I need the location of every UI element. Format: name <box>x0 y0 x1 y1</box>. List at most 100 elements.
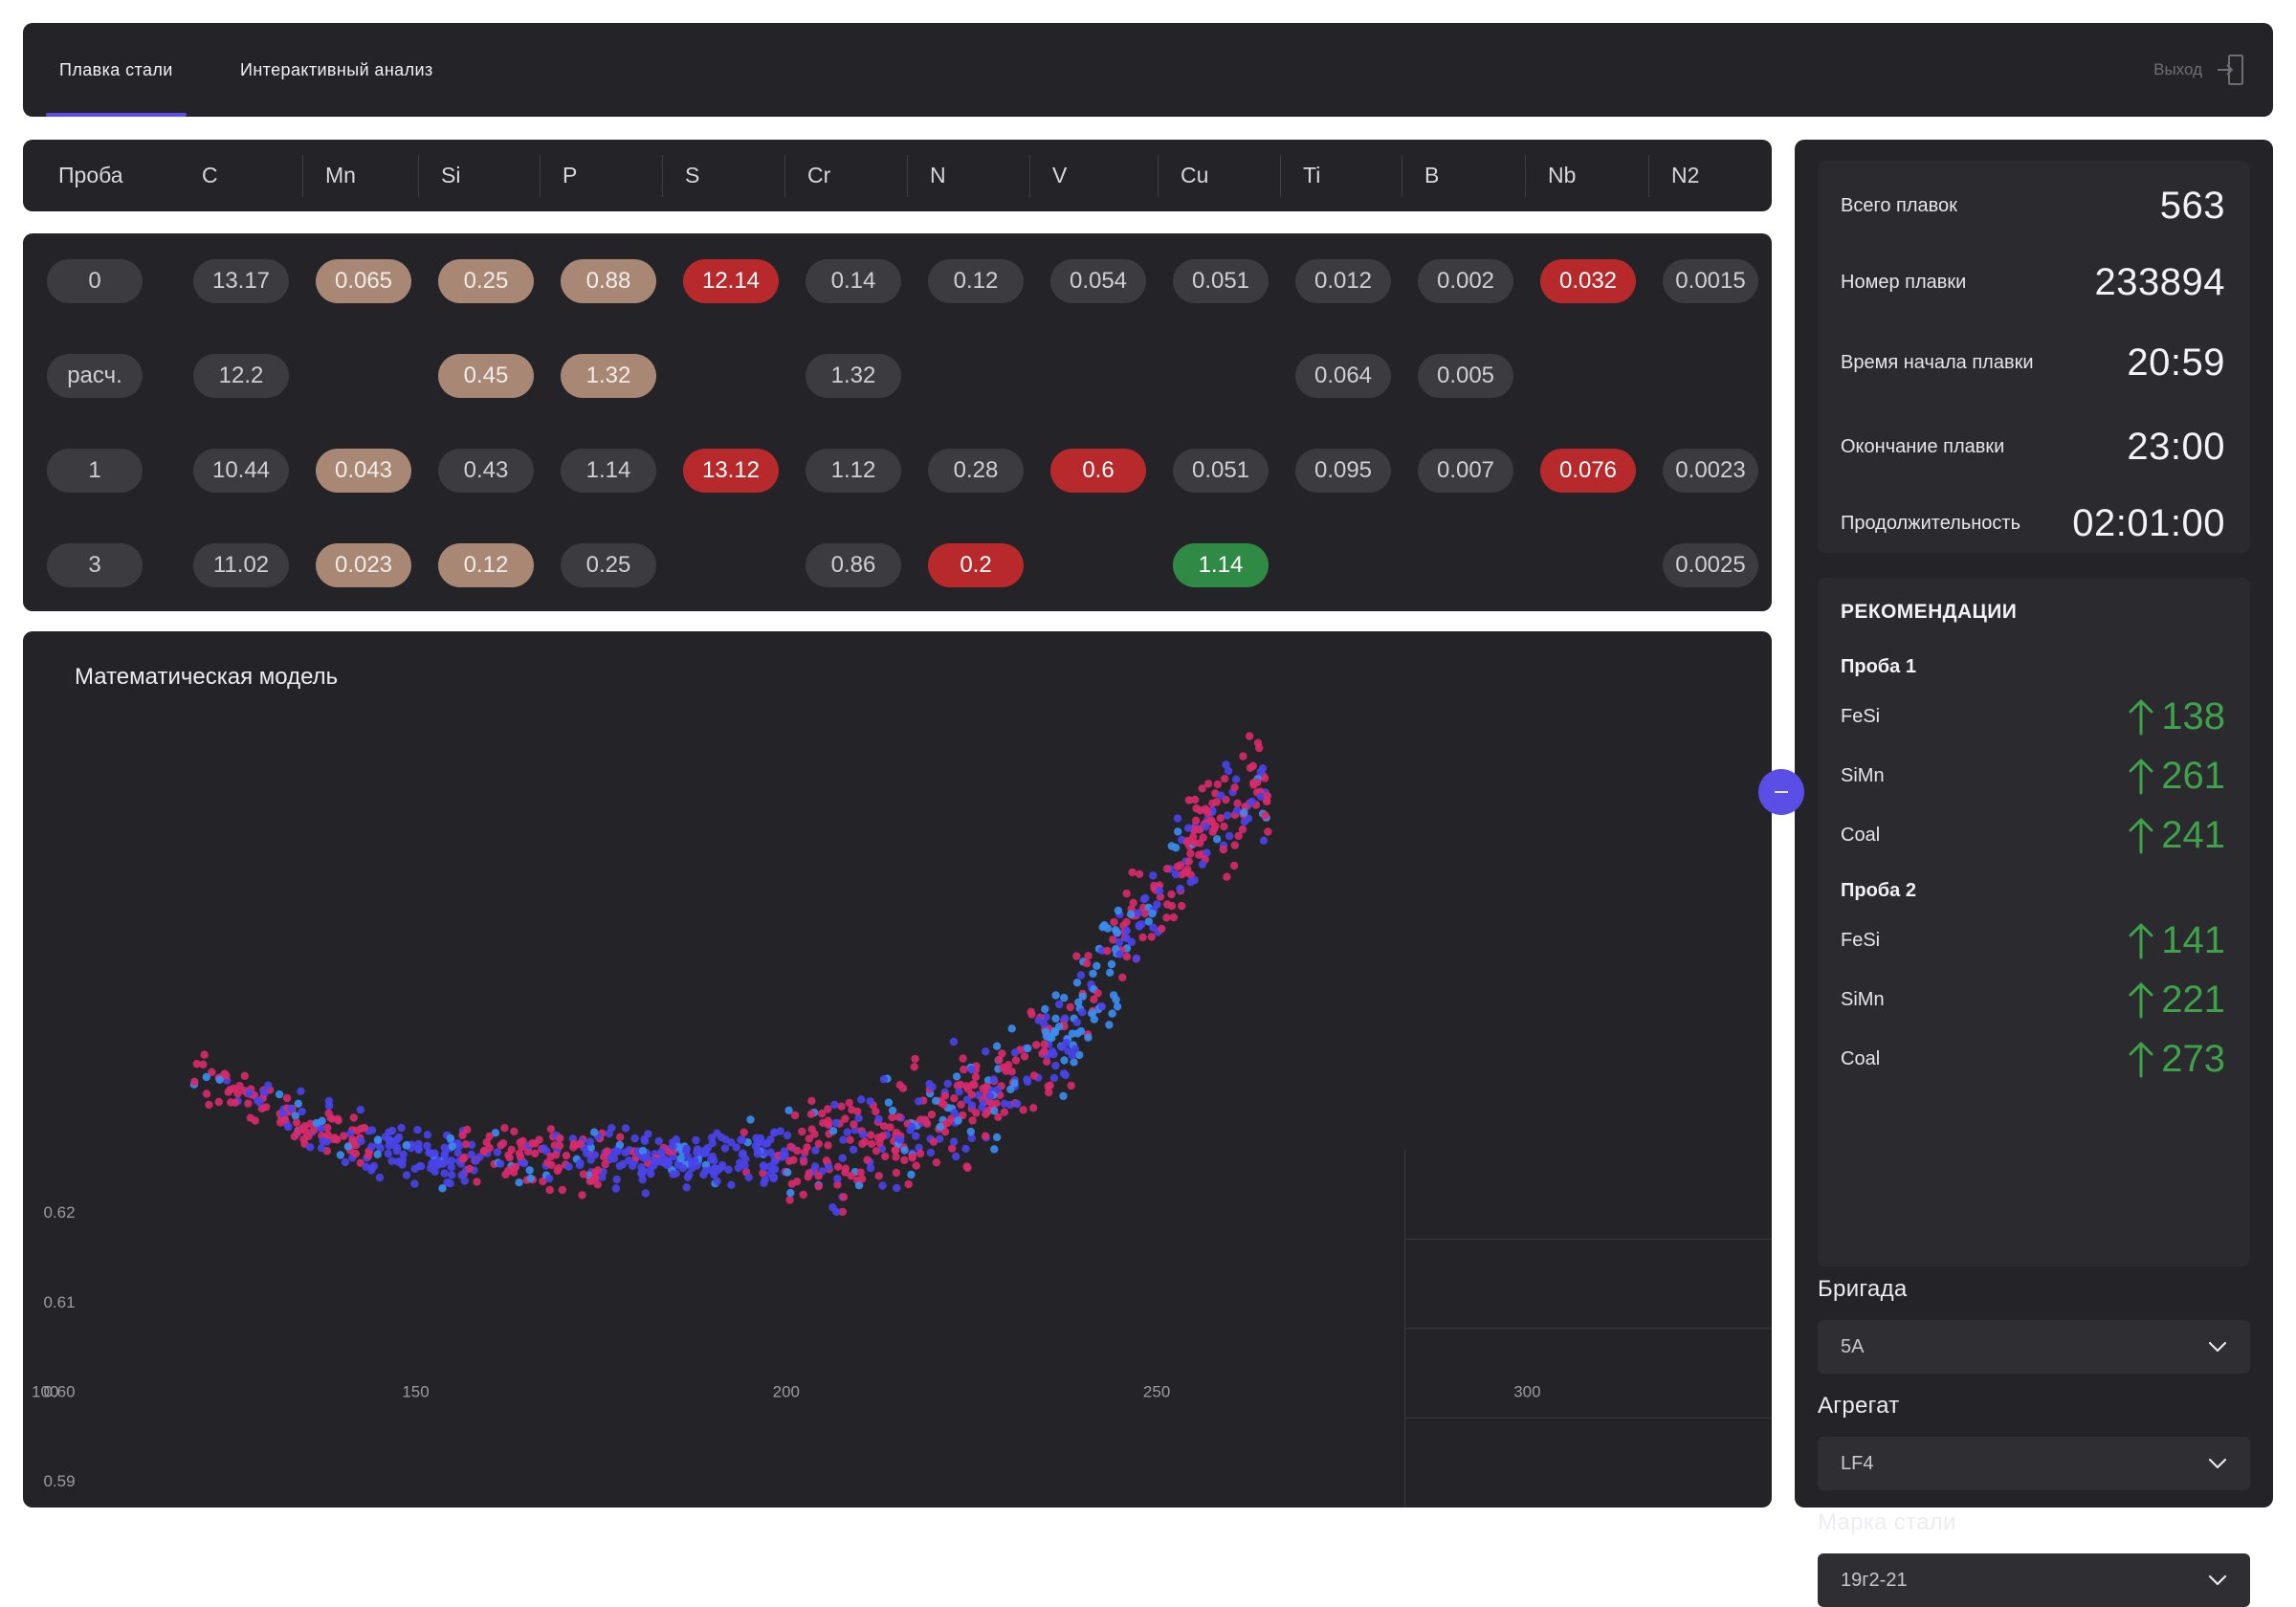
data-point <box>1071 1045 1080 1053</box>
data-point <box>786 1188 795 1198</box>
collapse-sidebar-button[interactable] <box>1758 769 1804 815</box>
stat-row: Окончание плавки 23:00 <box>1841 415 2225 478</box>
data-point <box>1072 1018 1082 1026</box>
data-point <box>215 1075 224 1084</box>
data-point <box>727 1180 736 1189</box>
data-point <box>641 1189 651 1198</box>
column-divider <box>1158 155 1159 197</box>
data-point <box>1041 1027 1050 1037</box>
column-header-c: C <box>202 163 218 187</box>
data-point <box>884 1098 894 1107</box>
data-point <box>471 1156 480 1165</box>
data-point <box>1029 1071 1039 1080</box>
data-point <box>967 1101 977 1110</box>
value-cell-n: 0.2 <box>928 543 1024 587</box>
data-point <box>717 1133 726 1142</box>
data-point <box>255 1098 264 1107</box>
value-cell-n: 0.12 <box>928 259 1024 303</box>
data-point <box>1190 875 1199 885</box>
data-point <box>531 1139 540 1148</box>
data-point <box>579 1170 588 1178</box>
data-point <box>306 1143 315 1152</box>
recommendation-row: Coal 241 <box>1841 811 2225 859</box>
logout-label: Выход <box>2153 60 2202 78</box>
value-cell-cr: 0.14 <box>806 259 901 303</box>
stat-value: 20:59 <box>2127 341 2225 384</box>
data-point <box>1261 811 1269 820</box>
data-point <box>981 1132 990 1140</box>
data-point <box>732 1143 740 1152</box>
data-point <box>819 1118 828 1128</box>
data-point <box>860 1137 870 1146</box>
data-point <box>664 1157 673 1166</box>
column-header-ti: Ti <box>1303 163 1321 187</box>
data-point <box>857 1175 867 1183</box>
data-point <box>1247 797 1257 806</box>
filter-select[interactable]: 5А <box>1818 1320 2250 1374</box>
data-point <box>1029 1104 1038 1112</box>
data-point <box>473 1178 481 1186</box>
data-point <box>1246 763 1255 772</box>
data-point <box>304 1132 313 1141</box>
logout-button[interactable]: Выход <box>2153 54 2244 86</box>
data-point <box>985 1091 995 1101</box>
data-point <box>908 1153 916 1161</box>
data-point <box>387 1156 396 1165</box>
stat-label: Номер плавки <box>1841 272 1967 293</box>
data-point <box>1106 968 1115 977</box>
data-point <box>1122 952 1132 961</box>
data-point <box>1113 1002 1122 1011</box>
data-point <box>989 1075 998 1084</box>
data-point <box>1066 1002 1075 1012</box>
column-header-проба: Проба <box>58 163 123 187</box>
column-header-n2: N2 <box>1671 163 1700 187</box>
data-point <box>637 1163 646 1172</box>
data-point <box>962 1162 971 1171</box>
data-point <box>874 1172 883 1180</box>
data-point <box>1162 865 1172 873</box>
data-point <box>1192 804 1201 813</box>
value-cell-cu: 0.051 <box>1173 259 1269 303</box>
data-point <box>932 1158 941 1167</box>
data-point <box>1192 816 1201 825</box>
data-point <box>828 1127 838 1135</box>
tab-steel-melting[interactable]: Плавка стали <box>46 23 187 117</box>
data-point <box>1061 1070 1071 1080</box>
filter-select[interactable]: LF4 <box>1818 1437 2250 1490</box>
data-point <box>246 1113 254 1122</box>
data-point <box>448 1142 456 1151</box>
data-point <box>205 1100 213 1110</box>
value-cell-ti: 0.095 <box>1295 449 1391 493</box>
filter-label: Марка стали <box>1818 1509 1956 1535</box>
data-point <box>657 1147 666 1156</box>
column-header-cu: Cu <box>1181 163 1209 187</box>
filter-select[interactable]: 19г2-21 <box>1818 1553 2250 1607</box>
data-point <box>849 1145 858 1155</box>
data-point <box>995 1055 1004 1065</box>
data-point <box>1163 900 1172 909</box>
data-point <box>465 1164 475 1174</box>
data-point <box>654 1136 663 1146</box>
tab-interactive-analysis[interactable]: Интерактивный анализ <box>240 23 433 117</box>
stat-row: Всего плавок 563 <box>1841 174 2225 237</box>
data-point <box>551 1151 561 1159</box>
data-point <box>438 1184 447 1193</box>
data-point <box>642 1153 651 1162</box>
top-navigation: Плавка стали Интерактивный анализ Выход <box>23 23 2273 117</box>
data-point <box>1213 780 1223 789</box>
data-point <box>811 1162 820 1171</box>
data-point <box>515 1178 523 1187</box>
data-point <box>1027 1010 1036 1019</box>
data-point <box>1148 910 1157 918</box>
data-point <box>1158 924 1166 934</box>
data-point <box>814 1139 823 1148</box>
stat-value: 02:01:00 <box>2072 501 2225 544</box>
data-point <box>286 1104 296 1113</box>
data-point <box>879 1075 889 1084</box>
data-point <box>960 1065 968 1074</box>
value-cell-p: 0.88 <box>561 259 656 303</box>
data-point <box>1019 1106 1027 1114</box>
additive-value: 138 <box>2127 695 2225 738</box>
data-point <box>440 1143 449 1152</box>
data-point <box>1023 1075 1031 1084</box>
